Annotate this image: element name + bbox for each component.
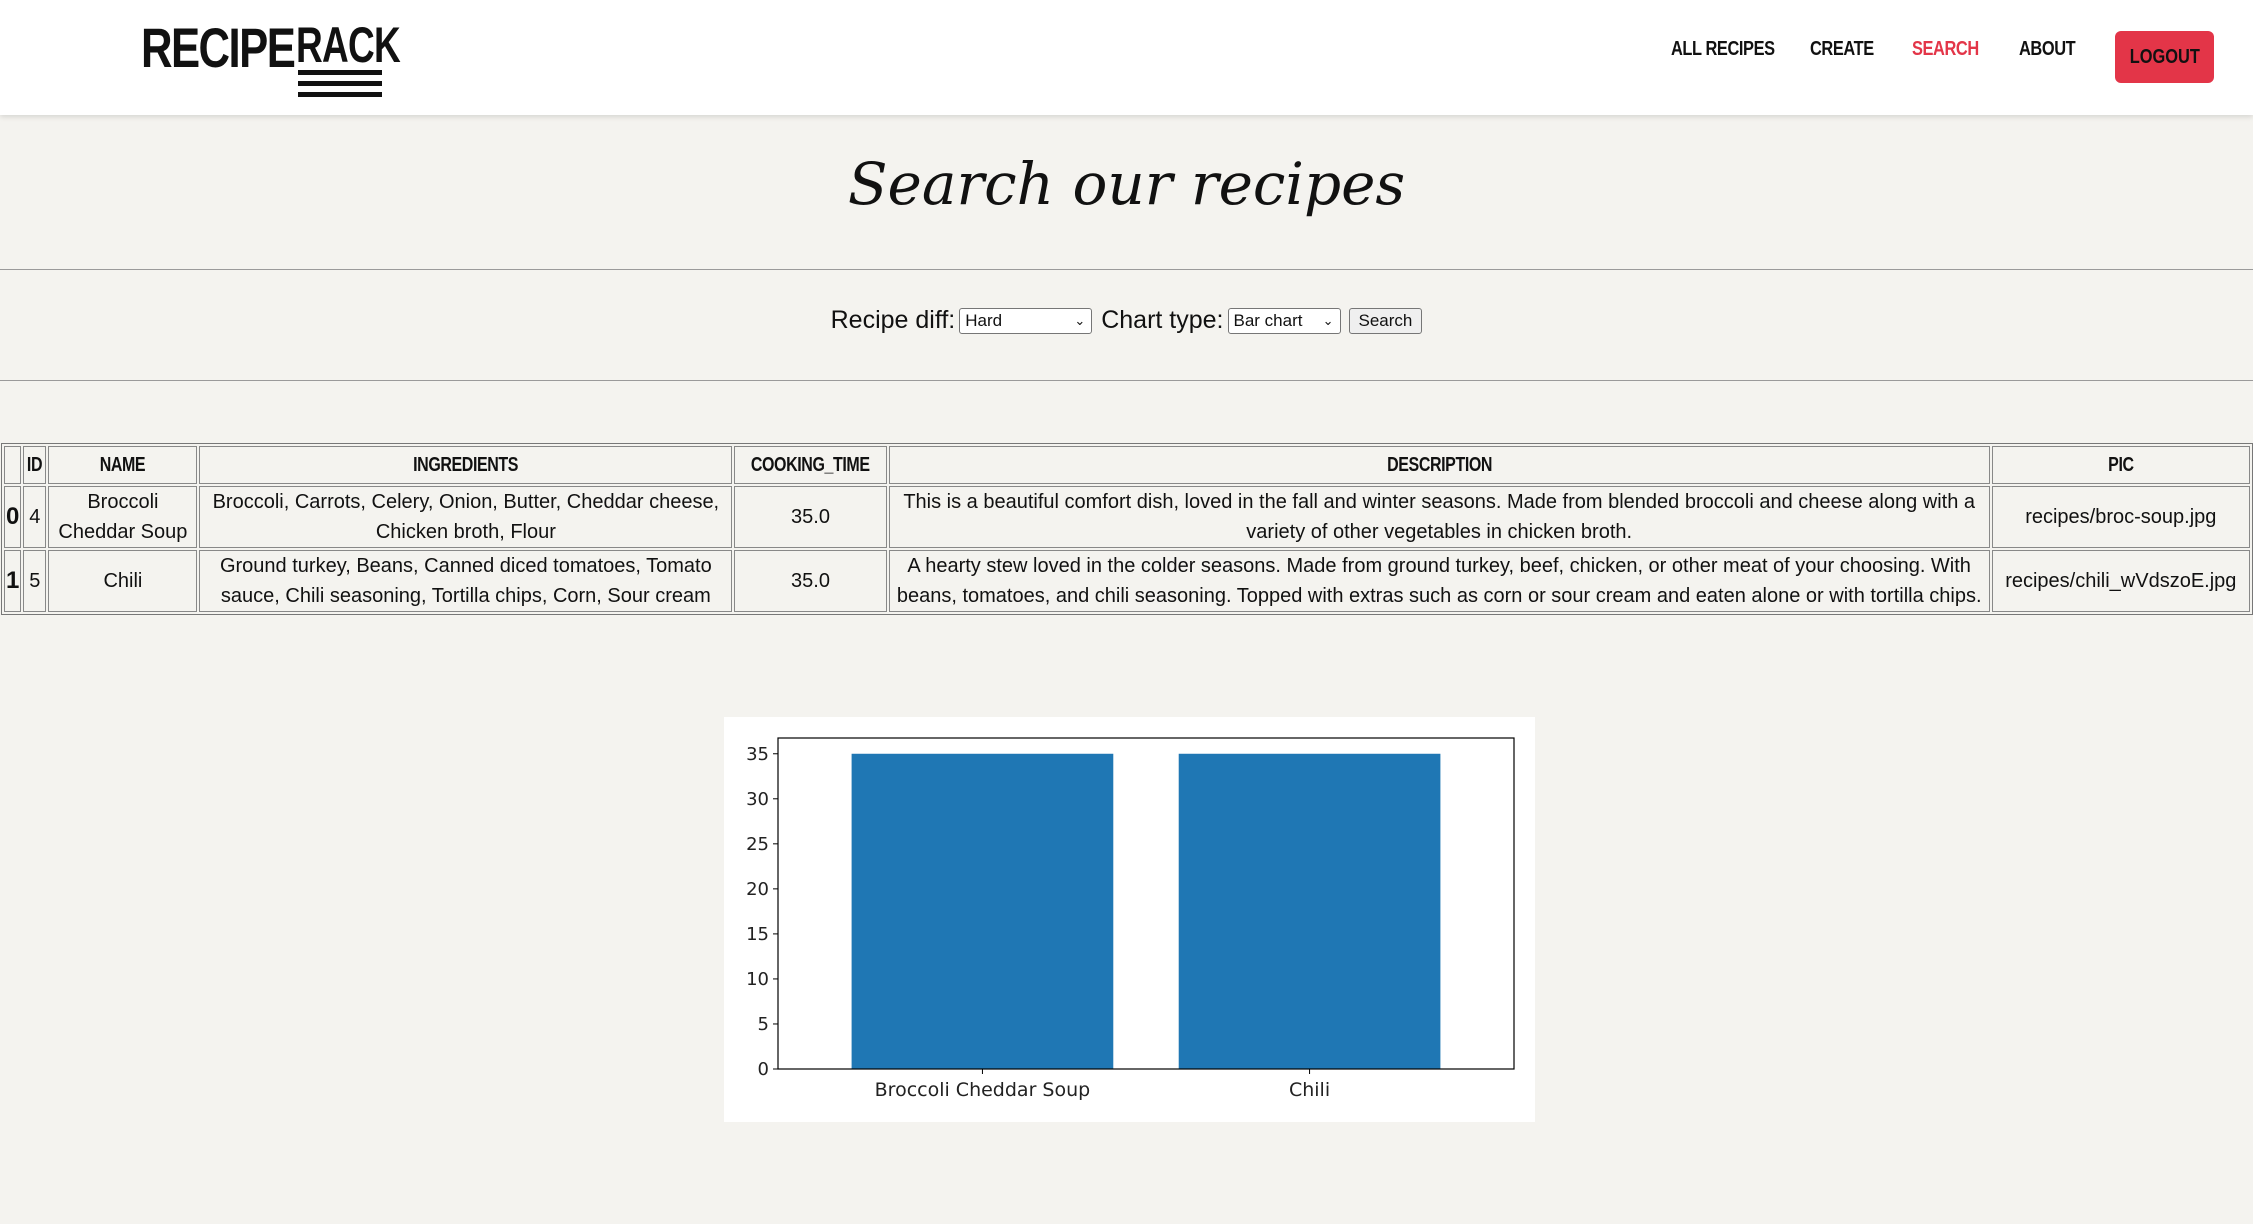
- table-row: 1 5 Chili Ground turkey, Beans, Canned d…: [4, 550, 2250, 612]
- y-tick-label: 20: [746, 879, 769, 900]
- cell-name: Broccoli Cheddar Soup: [48, 486, 198, 548]
- table-header-row: ID NAME INGREDIENTS COOKING_TIME DESCRIP…: [4, 446, 2250, 484]
- chart-bar: [851, 753, 1114, 1069]
- logo-stripes: [298, 70, 382, 103]
- difficulty-label: Recipe diff:: [830, 306, 956, 334]
- logo-rack-block: RACK: [296, 20, 401, 97]
- x-tick-label: Chili: [1289, 1079, 1330, 1101]
- nav-about[interactable]: ABOUT: [2019, 38, 2076, 61]
- page-title: Search our recipes: [847, 150, 1406, 218]
- cell-description: This is a beautiful comfort dish, loved …: [888, 486, 1990, 548]
- cell-ingredients: Broccoli, Carrots, Celery, Onion, Butter…: [199, 486, 733, 548]
- cell-pic: recipes/chili_wVdszoE.jpg: [1991, 550, 2250, 612]
- bar-chart: Broccoli Cheddar Soup Chili 0 5 10 15 20 25 30 35: [746, 737, 1515, 1101]
- logout-label: LOGOUT: [2129, 45, 2200, 68]
- chevron-down-icon: ⌄: [1074, 312, 1086, 328]
- difficulty-value: Hard: [965, 310, 1003, 330]
- nav-all-recipes[interactable]: ALL RECIPES: [1671, 38, 1775, 61]
- index-header: [4, 446, 22, 484]
- table-row: 0 4 Broccoli Cheddar Soup Broccoli, Carr…: [4, 486, 2250, 548]
- chart-type-select[interactable]: Bar chart ⌄: [1227, 307, 1341, 334]
- chart-bar: [1178, 753, 1441, 1069]
- site-header: RECIPE RACK ALL RECIPES CREATE SEARCH AB…: [0, 0, 2253, 115]
- cell-cooking-time: 35.0: [734, 486, 887, 548]
- results-table: ID NAME INGREDIENTS COOKING_TIME DESCRIP…: [1, 443, 2253, 615]
- column-header-name: NAME: [48, 446, 198, 484]
- difficulty-select[interactable]: Hard ⌄: [959, 307, 1093, 334]
- cell-name: Chili: [48, 550, 198, 612]
- row-index: 1: [4, 550, 22, 612]
- column-header-ingredients: INGREDIENTS: [199, 446, 733, 484]
- chart-type-label: Chart type:: [1101, 306, 1224, 334]
- logo-word-rack: RACK: [296, 17, 401, 73]
- cell-id: 5: [23, 550, 47, 612]
- y-tick-label: 15: [746, 924, 769, 945]
- cell-pic: recipes/broc-soup.jpg: [1991, 486, 2250, 548]
- logout-button[interactable]: LOGOUT: [2115, 31, 2214, 83]
- y-tick-label: 0: [758, 1059, 769, 1080]
- bar-chart-panel: Broccoli Cheddar Soup Chili 0 5 10 15 20 25 30 35: [724, 717, 1535, 1122]
- column-header-pic: PIC: [1991, 446, 2250, 484]
- cell-id: 4: [23, 486, 47, 548]
- nav-create[interactable]: CREATE: [1810, 38, 1874, 61]
- column-header-description: DESCRIPTION: [888, 446, 1990, 484]
- search-button[interactable]: Search: [1348, 307, 1423, 334]
- cell-description: A hearty stew loved in the colder season…: [888, 550, 1990, 612]
- cell-ingredients: Ground turkey, Beans, Canned diced tomat…: [199, 550, 733, 612]
- search-form: Recipe diff: Hard ⌄ Chart type: Bar char…: [0, 306, 2253, 335]
- column-header-cooking-time: COOKING_TIME: [734, 446, 887, 484]
- divider-bottom: [0, 380, 2253, 381]
- y-tick-label: 30: [746, 789, 769, 810]
- recipe-rack-logo[interactable]: RECIPE RACK: [141, 16, 401, 97]
- y-tick-label: 10: [746, 969, 769, 990]
- divider-top: [0, 269, 2253, 270]
- row-index: 0: [4, 486, 22, 548]
- chart-type-value: Bar chart: [1233, 310, 1303, 330]
- y-tick-label: 35: [746, 744, 769, 765]
- x-tick-label: Broccoli Cheddar Soup: [875, 1079, 1091, 1101]
- chevron-down-icon: ⌄: [1322, 312, 1334, 328]
- y-tick-label: 5: [758, 1014, 769, 1035]
- nav-search[interactable]: SEARCH: [1912, 38, 1979, 61]
- y-tick-label: 25: [746, 834, 769, 855]
- logo-word-recipe: RECIPE: [141, 16, 296, 79]
- cell-cooking-time: 35.0: [734, 550, 887, 612]
- column-header-id: ID: [23, 446, 47, 484]
